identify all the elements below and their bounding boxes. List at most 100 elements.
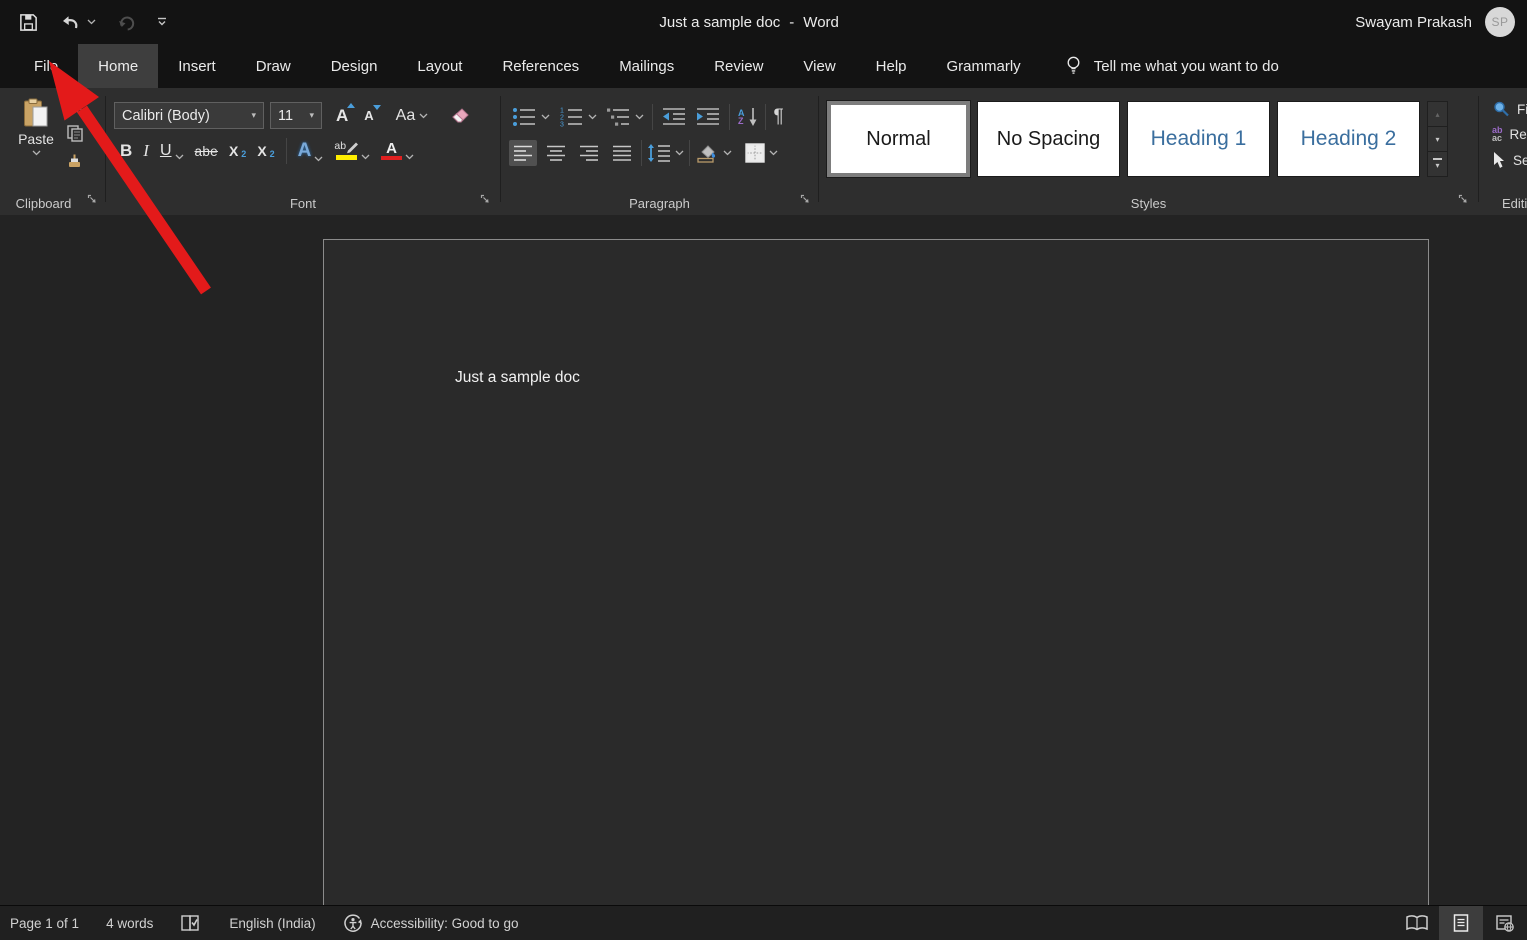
caret-up-icon — [347, 102, 356, 108]
style-no-spacing[interactable]: No Spacing — [977, 101, 1120, 177]
title-bar: Just a sample doc - Word Swayam Prakash … — [0, 0, 1527, 44]
clipboard-dialog-launcher[interactable] — [87, 191, 97, 209]
tab-draw[interactable]: Draw — [236, 44, 311, 88]
paragraph-dialog-launcher[interactable] — [800, 191, 810, 209]
document-canvas[interactable]: Just a sample doc — [0, 215, 1527, 939]
paste-button[interactable]: Paste — [12, 98, 60, 156]
multilevel-list-button[interactable] — [605, 106, 644, 128]
tab-mailings[interactable]: Mailings — [599, 44, 694, 88]
font-color-button[interactable]: A — [381, 141, 414, 161]
paste-label: Paste — [18, 131, 54, 147]
show-paragraph-marks-button[interactable]: ¶ — [774, 106, 784, 128]
align-center-icon — [547, 145, 565, 161]
strikethrough-button[interactable]: abe — [195, 144, 218, 159]
word-app-window: { "titlebar": { "title_doc": "Just a sam… — [0, 0, 1527, 940]
tab-view[interactable]: View — [783, 44, 855, 88]
find-button[interactable]: Find — [1492, 100, 1527, 118]
justify-button[interactable] — [608, 140, 636, 166]
bullets-button[interactable] — [511, 106, 550, 128]
read-mode-button[interactable] — [1395, 906, 1439, 940]
customize-quick-access-button[interactable] — [156, 17, 168, 27]
borders-button[interactable] — [745, 143, 778, 163]
select-button[interactable]: Select — [1492, 151, 1527, 169]
copy-icon[interactable] — [66, 124, 84, 142]
increase-indent-button[interactable] — [695, 106, 721, 128]
font-name-combobox[interactable]: Calibri (Body) ▾ — [114, 102, 264, 129]
account-area[interactable]: Swayam Prakash SP — [1355, 0, 1515, 44]
align-right-button[interactable] — [575, 140, 603, 166]
proofing-status[interactable] — [180, 914, 202, 932]
tell-me-box[interactable]: Tell me what you want to do — [1065, 44, 1279, 88]
shrink-font-button[interactable]: A — [364, 105, 381, 123]
format-painter-icon[interactable] — [66, 152, 84, 170]
page-indicator[interactable]: Page 1 of 1 — [10, 916, 79, 931]
cut-icon[interactable] — [67, 100, 83, 114]
ribbon-tab-bar: File Home Insert Draw Design Layout Refe… — [0, 44, 1527, 88]
undo-button[interactable] — [59, 13, 96, 31]
chevron-down-icon — [723, 150, 732, 156]
grow-font-button[interactable]: A — [336, 102, 356, 126]
word-count[interactable]: 4 words — [106, 916, 153, 931]
combo-arrow-icon[interactable]: ▾ — [251, 110, 256, 121]
print-layout-button[interactable] — [1439, 906, 1483, 940]
replace-button[interactable]: ab ac Replace — [1492, 126, 1527, 142]
text-highlight-button[interactable]: ab — [334, 141, 370, 160]
style-heading-2[interactable]: Heading 2 — [1277, 101, 1420, 177]
line-spacing-button[interactable] — [647, 143, 684, 163]
text-effects-button[interactable]: A — [298, 140, 324, 162]
underline-button[interactable]: U — [160, 142, 184, 160]
styles-group-label: Styles — [1130, 196, 1167, 211]
paste-clipboard-icon — [24, 98, 48, 127]
decrease-indent-button[interactable] — [661, 106, 687, 128]
save-button[interactable] — [18, 12, 39, 33]
subscript-button[interactable]: X2 — [229, 143, 246, 159]
accessibility-status[interactable]: Accessibility: Good to go — [343, 913, 518, 933]
tab-layout[interactable]: Layout — [397, 44, 482, 88]
tab-review[interactable]: Review — [694, 44, 783, 88]
borders-grid-icon — [745, 143, 765, 163]
align-right-icon — [580, 145, 598, 161]
language-indicator[interactable]: English (India) — [229, 916, 315, 931]
styles-scroll-down-button[interactable]: ▾ — [1428, 127, 1447, 152]
view-switcher — [1395, 906, 1527, 940]
redo-button[interactable] — [116, 12, 136, 32]
styles-more-button[interactable]: ▾ — [1428, 152, 1447, 176]
italic-button[interactable]: I — [143, 141, 149, 161]
tab-design[interactable]: Design — [311, 44, 398, 88]
clear-formatting-button[interactable] — [450, 106, 472, 126]
editing-group: Find ab ac Replace Select Editing — [1488, 88, 1527, 215]
avatar[interactable]: SP — [1485, 7, 1515, 37]
more-bar — [1433, 158, 1442, 160]
align-left-button[interactable] — [509, 140, 537, 166]
font-size-combobox[interactable]: 11 ▾ — [270, 102, 322, 129]
user-name: Swayam Prakash — [1355, 13, 1472, 31]
numbering-button[interactable]: 123 — [558, 106, 597, 128]
increase-indent-icon — [697, 108, 719, 125]
font-dialog-launcher[interactable] — [480, 191, 490, 209]
tab-references[interactable]: References — [482, 44, 599, 88]
styles-scroll-up-button[interactable]: ▴ — [1428, 102, 1447, 127]
shading-button[interactable] — [695, 143, 732, 163]
document-page[interactable]: Just a sample doc — [323, 239, 1429, 939]
align-left-icon — [514, 145, 532, 161]
tab-insert[interactable]: Insert — [158, 44, 236, 88]
tab-grammarly[interactable]: Grammarly — [927, 44, 1041, 88]
font-size-value: 11 — [278, 107, 294, 124]
align-center-button[interactable] — [542, 140, 570, 166]
separator — [764, 104, 766, 130]
sort-button[interactable]: A Z — [738, 107, 757, 127]
bold-button[interactable]: B — [120, 141, 132, 161]
style-normal[interactable]: Normal — [826, 100, 971, 178]
styles-group: Normal No Spacing Heading 1 Heading 2 ▴ … — [819, 88, 1478, 215]
superscript-button[interactable]: X2 — [257, 143, 274, 159]
style-heading-1[interactable]: Heading 1 — [1127, 101, 1270, 177]
combo-arrow-icon[interactable]: ▾ — [309, 110, 314, 121]
tab-help[interactable]: Help — [856, 44, 927, 88]
line-spacing-icon — [648, 144, 670, 162]
styles-dialog-launcher[interactable] — [1458, 191, 1468, 209]
change-case-button[interactable]: Aa — [396, 107, 429, 125]
document-body-text[interactable]: Just a sample doc — [455, 369, 580, 387]
tab-home[interactable]: Home — [78, 44, 159, 88]
tab-file[interactable]: File — [14, 44, 78, 88]
web-layout-button[interactable] — [1483, 906, 1527, 940]
